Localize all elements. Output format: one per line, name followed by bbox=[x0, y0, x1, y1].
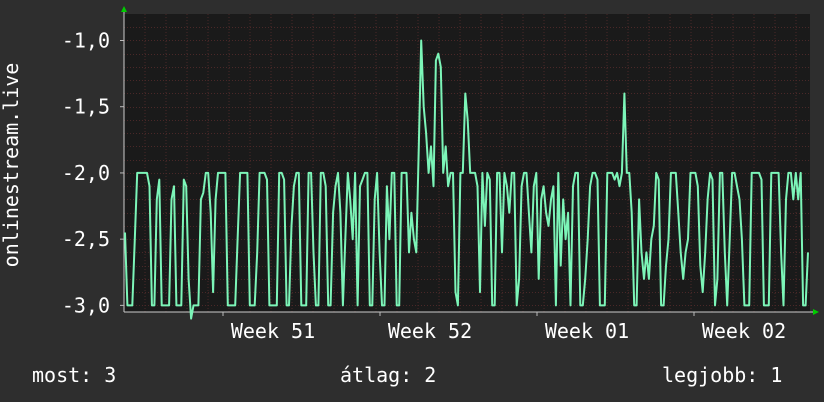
footer-current: most: 3 bbox=[32, 363, 116, 387]
chart: -1,0 -1,5 -2,0 -2,5 -3,0 Week 51 Week 52 Week … bbox=[0, 0, 824, 402]
y-tick-label: -2,0 bbox=[62, 161, 110, 185]
x-tick-label: Week 52 bbox=[388, 319, 472, 343]
y-axis-label: onlinestream.live bbox=[0, 63, 23, 268]
y-tick-label: -3,0 bbox=[62, 293, 110, 317]
y-tick-label: -1,5 bbox=[62, 95, 110, 119]
x-tick-label: Week 02 bbox=[702, 319, 786, 343]
footer-best: legjobb: 1 bbox=[662, 363, 782, 387]
footer-average: átlag: 2 bbox=[340, 363, 436, 387]
y-tick-label: -2,5 bbox=[62, 227, 110, 251]
x-tick-label: Week 51 bbox=[231, 319, 315, 343]
y-tick-label: -1,0 bbox=[62, 28, 110, 52]
x-tick-label: Week 01 bbox=[545, 319, 629, 343]
